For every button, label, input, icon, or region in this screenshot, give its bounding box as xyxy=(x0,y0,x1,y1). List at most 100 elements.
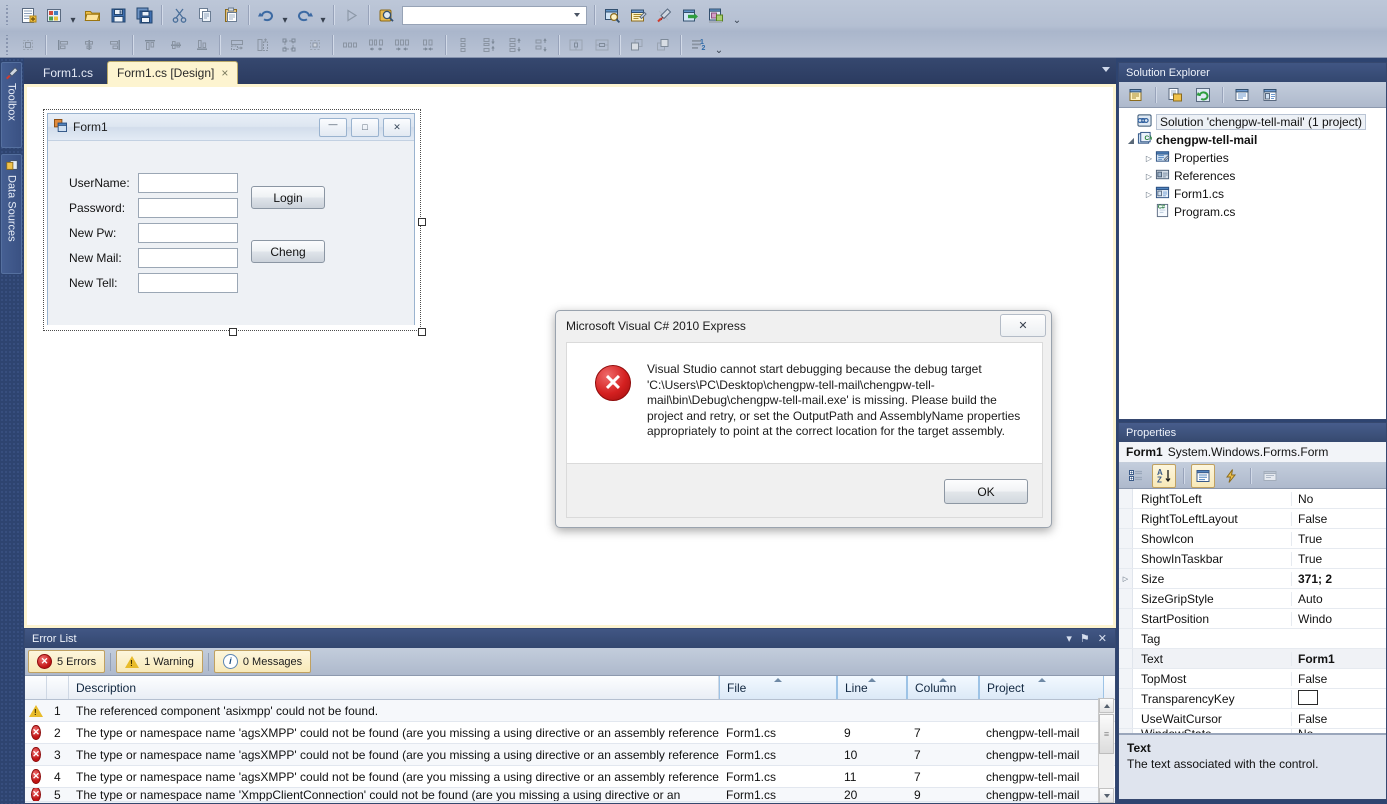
new-pw-input[interactable] xyxy=(138,223,238,243)
expander-gutter[interactable]: ▷ xyxy=(1119,569,1133,588)
property-pages-icon[interactable] xyxy=(1258,464,1282,488)
align-bottoms-icon[interactable] xyxy=(190,33,214,57)
property-row-size[interactable]: ▷ Size 371; 2 xyxy=(1119,569,1386,589)
dialog-close-button[interactable]: ✕ xyxy=(1000,314,1046,337)
column-header-line[interactable]: Line xyxy=(837,676,907,699)
sidebar-item-data-sources[interactable]: Data Sources xyxy=(1,154,22,274)
login-button[interactable]: Login xyxy=(251,186,325,209)
align-lefts-icon[interactable] xyxy=(51,33,75,57)
column-header-column[interactable]: Column xyxy=(907,676,979,699)
make-same-width-icon[interactable] xyxy=(225,33,249,57)
property-row-text[interactable]: Text Form1 xyxy=(1119,649,1386,669)
scroll-up-button[interactable] xyxy=(1099,698,1114,713)
property-row-transparencykey[interactable]: TransparencyKey xyxy=(1119,689,1386,709)
property-row-righttoleft[interactable]: RightToLeft No xyxy=(1119,489,1386,509)
view-designer-icon[interactable] xyxy=(1258,83,1282,107)
designed-form[interactable]: Form1 — □ ✕ UserName: Password: New Pw: … xyxy=(47,113,415,325)
solution-tree[interactable]: Solution 'chengpw-tell-mail' (1 project)… xyxy=(1119,108,1386,221)
pin-button[interactable]: ⚑ xyxy=(1080,632,1090,645)
refresh-icon[interactable] xyxy=(1191,83,1215,107)
tree-twisty[interactable]: ▷ xyxy=(1143,154,1155,163)
property-value[interactable]: Windo xyxy=(1291,611,1386,626)
navigate-combo[interactable] xyxy=(402,5,587,25)
properties-object-selector[interactable]: Form1 System.Windows.Forms.Form xyxy=(1119,442,1386,463)
show-all-files-icon[interactable] xyxy=(1163,83,1187,107)
send-to-back-icon[interactable] xyxy=(651,33,675,57)
property-row-showicon[interactable]: ShowIcon True xyxy=(1119,529,1386,549)
tree-twisty-expanded[interactable]: ◢ xyxy=(1125,136,1137,145)
maximize-button[interactable]: □ xyxy=(351,117,379,137)
categorized-icon[interactable] xyxy=(1124,464,1148,488)
dropdown-button[interactable]: ▾ xyxy=(1066,632,1072,645)
vertical-spacing-remove-icon[interactable] xyxy=(529,33,553,57)
horizontal-spacing-equal-icon[interactable] xyxy=(338,33,362,57)
bring-to-front-icon[interactable] xyxy=(625,33,649,57)
paste-icon[interactable] xyxy=(219,3,243,27)
close-button[interactable]: ✕ xyxy=(1098,632,1107,645)
form-client-area[interactable]: UserName: Password: New Pw: New Mail: Ne… xyxy=(48,141,414,325)
vertical-spacing-equal-icon[interactable] xyxy=(451,33,475,57)
tree-twisty[interactable]: ▷ xyxy=(1143,172,1155,181)
align-tops-icon[interactable] xyxy=(138,33,162,57)
tab-form1-cs-design[interactable]: Form1.cs [Design] × xyxy=(107,61,239,84)
make-same-height-icon[interactable] xyxy=(251,33,275,57)
vertical-spacing-decrease-icon[interactable] xyxy=(503,33,527,57)
column-header-number[interactable] xyxy=(47,676,69,699)
new-tell-input[interactable] xyxy=(138,273,238,293)
tab-order-icon[interactable]: 12 xyxy=(686,33,710,57)
error-list-body[interactable]: 1 The referenced component 'asixmpp' cou… xyxy=(25,700,1115,802)
align-middles-icon[interactable] xyxy=(164,33,188,57)
copy-icon[interactable] xyxy=(193,3,217,27)
new-mail-input[interactable] xyxy=(138,248,238,268)
open-file-icon[interactable] xyxy=(80,3,104,27)
align-rights-icon[interactable] xyxy=(103,33,127,57)
save-all-icon[interactable] xyxy=(132,3,156,27)
object-browser-icon[interactable] xyxy=(678,3,702,27)
property-row-topmost[interactable]: TopMost False xyxy=(1119,669,1386,689)
tree-item-properties[interactable]: ▷ Properties xyxy=(1123,149,1386,167)
save-icon[interactable] xyxy=(106,3,130,27)
make-same-size-icon[interactable] xyxy=(277,33,301,57)
minimize-button[interactable]: — xyxy=(319,117,347,137)
property-value[interactable]: False xyxy=(1291,671,1386,686)
property-value[interactable]: Form1 xyxy=(1291,651,1386,666)
cheng-button[interactable]: Cheng xyxy=(251,240,325,263)
ok-button[interactable]: OK xyxy=(944,479,1028,504)
tree-item-references[interactable]: ▷ References xyxy=(1123,167,1386,185)
center-vertically-icon[interactable] xyxy=(590,33,614,57)
resize-handle-right[interactable] xyxy=(418,218,426,226)
cut-icon[interactable] xyxy=(167,3,191,27)
property-row-showintaskbar[interactable]: ShowInTaskbar True xyxy=(1119,549,1386,569)
find-in-files-icon[interactable] xyxy=(374,3,398,27)
tree-item-program-cs[interactable]: C# Program.cs xyxy=(1123,203,1386,221)
property-value[interactable]: 371; 2 xyxy=(1291,571,1386,586)
tree-item-form1-cs[interactable]: ▷ Form1.cs xyxy=(1123,185,1386,203)
filter-messages-button[interactable]: i 0 Messages xyxy=(213,650,312,673)
alphabetical-icon[interactable]: AZ xyxy=(1152,463,1176,488)
horizontal-spacing-increase-icon[interactable] xyxy=(364,33,388,57)
close-button[interactable]: ✕ xyxy=(383,117,411,137)
property-value[interactable]: Auto xyxy=(1291,591,1386,606)
column-header-severity[interactable] xyxy=(25,676,47,699)
property-row-sizegripstyle[interactable]: SizeGripStyle Auto xyxy=(1119,589,1386,609)
new-item-dropdown-icon[interactable]: ▾ xyxy=(67,4,79,26)
add-new-item-icon[interactable] xyxy=(42,3,66,27)
form-selection-frame[interactable]: Form1 — □ ✕ UserName: Password: New Pw: … xyxy=(43,109,426,336)
properties-icon[interactable] xyxy=(1191,463,1215,488)
filter-errors-button[interactable]: ✕ 5 Errors xyxy=(28,650,106,673)
table-row[interactable]: ✕ 4 The type or namespace name 'agsXMPP'… xyxy=(25,766,1115,788)
error-dialog[interactable]: Microsoft Visual C# 2010 Express ✕ ✕ Vis… xyxy=(555,310,1052,528)
scroll-down-button[interactable] xyxy=(1099,788,1114,803)
properties-grid[interactable]: RightToLeft No RightToLeftLayout False Sho… xyxy=(1119,489,1386,740)
username-input[interactable] xyxy=(138,173,238,193)
chevron-down-icon[interactable] xyxy=(1102,67,1110,72)
filter-warnings-button[interactable]: 1 Warning xyxy=(116,650,203,673)
table-row[interactable]: ✕ 2 The type or namespace name 'agsXMPP'… xyxy=(25,722,1115,744)
toolbar-overflow-icon[interactable]: ⌄ xyxy=(731,4,743,26)
toolbox-icon[interactable] xyxy=(652,3,676,27)
resize-handle-corner[interactable] xyxy=(418,328,426,336)
table-row[interactable]: ✕ 5 The type or namespace name 'XmppClie… xyxy=(25,788,1115,802)
property-value[interactable]: False xyxy=(1291,711,1386,726)
tree-item-project[interactable]: ◢ C# chengpw-tell-mail xyxy=(1123,131,1386,149)
properties-window-icon[interactable] xyxy=(626,3,650,27)
